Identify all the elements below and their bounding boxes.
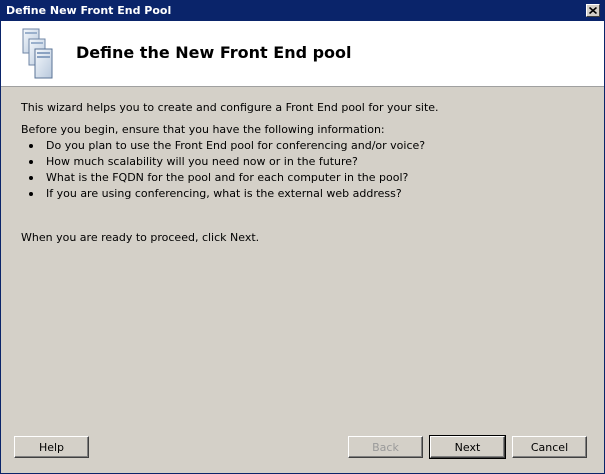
list-item: What is the FQDN for the pool and for ea… — [21, 170, 591, 186]
page-title: Define the New Front End pool — [76, 43, 352, 62]
close-icon — [589, 7, 597, 14]
prerequisites-list: Do you plan to use the Front End pool fo… — [21, 138, 591, 202]
back-button[interactable]: Back — [348, 436, 423, 458]
list-item: How much scalability will you need now o… — [21, 154, 591, 170]
list-item: Do you plan to use the Front End pool fo… — [21, 138, 591, 154]
bullet-icon — [29, 160, 33, 164]
next-button[interactable]: Next — [429, 435, 506, 459]
bullet-icon — [29, 176, 33, 180]
close-button[interactable] — [586, 4, 600, 17]
cancel-button[interactable]: Cancel — [512, 436, 587, 458]
title-bar: Define New Front End Pool — [1, 1, 604, 21]
list-item: If you are using conferencing, what is t… — [21, 186, 591, 202]
proceed-text: When you are ready to proceed, click Nex… — [21, 231, 260, 244]
intro-text: This wizard helps you to create and conf… — [21, 101, 439, 114]
wizard-window: Define New Front End Pool Define the New… — [0, 0, 605, 474]
window-title: Define New Front End Pool — [6, 4, 172, 17]
server-pool-icon — [22, 28, 53, 79]
wizard-content: This wizard helps you to create and conf… — [21, 101, 591, 202]
help-button[interactable]: Help — [14, 436, 89, 458]
wizard-header: Define the New Front End pool — [1, 21, 604, 87]
bullet-icon — [29, 144, 33, 148]
bullet-icon — [29, 192, 33, 196]
prerequisites-text: Before you begin, ensure that you have t… — [21, 123, 385, 136]
